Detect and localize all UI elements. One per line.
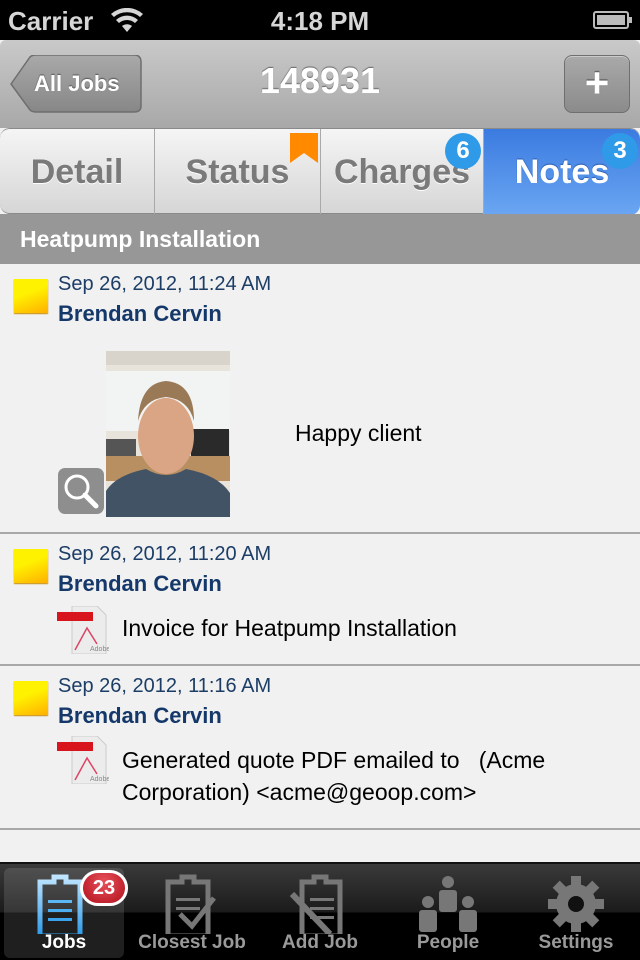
clipboard-check-icon xyxy=(165,874,216,934)
note-item[interactable]: Sep 26, 2012, 11:24 AM Brendan Cervin Ha… xyxy=(0,264,640,534)
sticky-note-icon xyxy=(14,681,48,715)
note-author: Brendan Cervin xyxy=(58,301,222,326)
clock: 4:18 PM xyxy=(270,6,370,36)
add-button[interactable]: + xyxy=(564,55,630,113)
tab-bar: Jobs 23 Closest Job Add Job People Setti… xyxy=(0,862,640,960)
note-text: Invoice for Heatpump Installation xyxy=(122,615,457,641)
status-bar: Carrier 4:18 PM xyxy=(0,0,640,40)
tab-status[interactable]: Status xyxy=(155,129,321,215)
note-text: Happy client xyxy=(295,420,422,446)
section-title: Heatpump Installation xyxy=(20,226,261,252)
segmented-control: Detail Status Charges 6 Notes 3 xyxy=(0,128,640,215)
battery-icon xyxy=(593,11,632,29)
photo-attachment[interactable] xyxy=(106,351,230,517)
tab-charges[interactable]: Charges 6 xyxy=(321,129,484,215)
notes-count-badge: 3 xyxy=(602,133,638,169)
section-header: Heatpump Installation xyxy=(0,214,640,264)
note-item[interactable]: Sep 26, 2012, 11:20 AM Brendan Cervin Ad… xyxy=(0,534,640,666)
tab-label: Settings xyxy=(538,932,614,953)
tab-label: Detail xyxy=(30,152,124,191)
plus-icon: + xyxy=(584,59,610,106)
tab-notes[interactable]: Notes 3 xyxy=(484,129,640,215)
note-author: Brendan Cervin xyxy=(58,703,222,728)
job-number-title: 148931 xyxy=(259,60,381,101)
tab-closest-job[interactable]: Closest Job xyxy=(132,868,252,958)
tab-label: Jobs xyxy=(41,932,87,953)
jobs-count-badge: 23 xyxy=(80,870,128,906)
people-icon xyxy=(419,876,477,932)
magnifier-icon[interactable] xyxy=(58,468,104,514)
navigation-bar: All Jobs 148931 + xyxy=(0,40,640,128)
note-text-line2: Corporation) <acme@geoop.com> xyxy=(122,779,477,805)
svg-text:Adobe: Adobe xyxy=(90,776,109,783)
tab-label: Notes xyxy=(514,152,610,191)
note-item[interactable]: Sep 26, 2012, 11:16 AM Brendan Cervin Ad… xyxy=(0,666,640,830)
tab-label: Status xyxy=(185,152,290,191)
bookmark-flag-icon xyxy=(290,133,318,163)
tab-settings[interactable]: Settings xyxy=(516,868,636,958)
note-author: Brendan Cervin xyxy=(58,571,222,596)
tab-label: Add Job xyxy=(282,932,358,953)
note-date: Sep 26, 2012, 11:16 AM xyxy=(58,675,272,697)
charges-count-badge: 6 xyxy=(445,133,481,169)
sticky-note-icon xyxy=(14,279,48,313)
tab-label: Closest Job xyxy=(138,932,246,953)
tab-label: People xyxy=(416,932,480,953)
tab-detail[interactable]: Detail xyxy=(0,129,155,215)
clipboard-pencil-icon xyxy=(290,874,343,934)
tab-people[interactable]: People xyxy=(388,868,508,958)
svg-text:Adobe: Adobe xyxy=(90,646,109,653)
note-text-line1: Generated quote PDF emailed to (Acme xyxy=(122,747,546,773)
pdf-file-icon[interactable]: Adobe xyxy=(57,606,109,654)
note-date: Sep 26, 2012, 11:24 AM xyxy=(58,273,272,295)
tab-add-job[interactable]: Add Job xyxy=(260,868,380,958)
gear-icon xyxy=(548,876,604,932)
note-date: Sep 26, 2012, 11:20 AM xyxy=(58,543,272,565)
sticky-note-icon xyxy=(14,549,48,583)
pdf-file-icon[interactable]: Adobe xyxy=(57,736,109,784)
tab-jobs[interactable]: Jobs 23 xyxy=(4,868,128,958)
